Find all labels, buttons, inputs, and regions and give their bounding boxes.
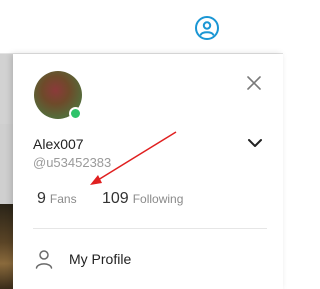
username: Alex007 <box>33 136 84 152</box>
user-circle-icon[interactable] <box>194 15 220 41</box>
fans-count: 9 <box>37 190 46 207</box>
fans-label: Fans <box>49 192 77 206</box>
following-stat[interactable]: 109 Following <box>102 190 183 208</box>
divider <box>33 228 267 229</box>
background-page <box>0 54 13 289</box>
chevron-down-icon[interactable] <box>246 136 264 150</box>
profile-panel: Alex007 @u53452383 9 Fans 109 Following My… <box>13 54 283 289</box>
top-bar <box>0 0 283 54</box>
following-count: 109 <box>102 190 129 207</box>
person-icon <box>35 250 53 269</box>
background-area <box>0 54 13 124</box>
background-photo <box>0 204 13 289</box>
user-handle: @u53452383 <box>33 155 112 170</box>
close-icon[interactable] <box>245 74 263 92</box>
menu-item-my-profile[interactable]: My Profile <box>33 244 267 276</box>
online-status-dot <box>69 107 82 120</box>
menu-item-label: My Profile <box>69 251 132 267</box>
fans-stat[interactable]: 9 Fans <box>37 190 77 208</box>
following-label: Following <box>132 192 184 206</box>
